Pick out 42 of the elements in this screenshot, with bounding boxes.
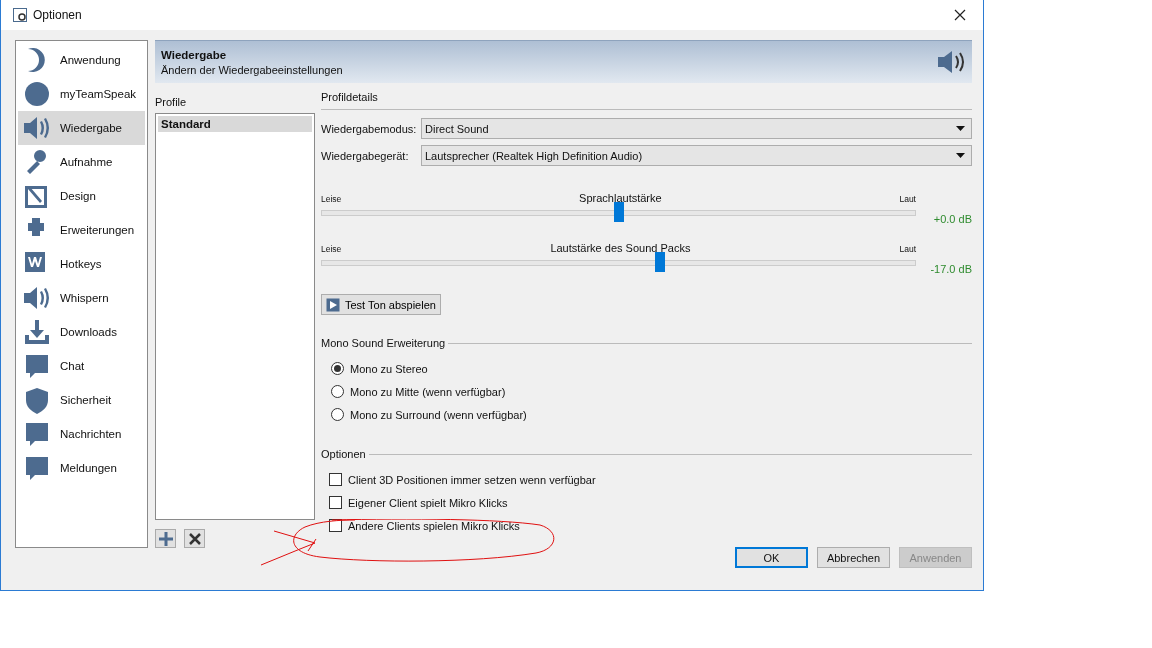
field-label: Wiedergabegerät: (321, 149, 410, 162)
profile-label: Profile (155, 96, 188, 108)
header-title: Wiedergabe (161, 48, 228, 61)
slider-title: Lautstärke des Sound Packs (550, 242, 691, 254)
field-label: Wiedergabemodus: (321, 122, 418, 135)
radio-option[interactable]: Mono zu Mitte (wenn verfügbar) (321, 380, 972, 403)
checkbox-option[interactable]: Eigener Client spielt Mikro Klicks (321, 491, 972, 514)
slider-title: Sprachlautstärke (579, 192, 662, 204)
slider-min-label: Leise (321, 194, 342, 204)
radio-option[interactable]: Mono zu Surround (wenn verfügbar) (321, 403, 972, 426)
category-item[interactable]: Downloads (18, 315, 145, 349)
category-item[interactable]: Anwendung (18, 43, 145, 77)
checkbox-option[interactable]: Andere Clients spielen Mikro Klicks (321, 514, 972, 537)
section-label: Optionen (321, 448, 366, 460)
window-title: Optionen (33, 8, 83, 22)
slider-reading: -17.0 dB (929, 263, 972, 275)
slider-reading: +0.0 dB (932, 213, 972, 225)
dialog-button[interactable]: Abbrechen (817, 547, 890, 568)
slider-min-label: Leise (321, 244, 342, 254)
profile-item[interactable]: Standard (158, 116, 312, 132)
category-item[interactable]: Aufnahme (18, 145, 145, 179)
header-subtitle: Ändern der Wiedergabeeinstellungen (161, 63, 343, 76)
dropdown[interactable]: Direct Sound (421, 118, 972, 139)
category-item[interactable]: Chat (18, 349, 145, 383)
play-test-button[interactable]: Test Ton abspielen (321, 294, 441, 315)
category-item[interactable]: Meldungen (18, 451, 145, 485)
category-item[interactable]: Whispern (18, 281, 145, 315)
section-label: Mono Sound Erweiterung (321, 337, 446, 349)
category-item[interactable]: Design (18, 179, 145, 213)
category-item[interactable]: Sicherheit (18, 383, 145, 417)
slider-max-label: Laut (899, 244, 916, 254)
slider-max-label: Laut (899, 194, 916, 204)
category-item[interactable]: Wiedergabe (18, 111, 145, 145)
category-item[interactable]: Nachrichten (18, 417, 145, 451)
category-item[interactable]: myTeamSpeak (18, 77, 145, 111)
section-label: Profildetails (321, 91, 378, 103)
category-item[interactable]: Erweiterungen (18, 213, 145, 247)
dropdown[interactable]: Lautsprecher (Realtek High Definition Audio) (421, 145, 972, 166)
checkbox-option[interactable]: Client 3D Positionen immer setzen wenn verfügbar (321, 468, 972, 491)
radio-option[interactable]: Mono zu Stereo (321, 357, 972, 380)
dialog-button[interactable]: OK (735, 547, 808, 568)
category-item[interactable]: Hotkeys (18, 247, 145, 281)
